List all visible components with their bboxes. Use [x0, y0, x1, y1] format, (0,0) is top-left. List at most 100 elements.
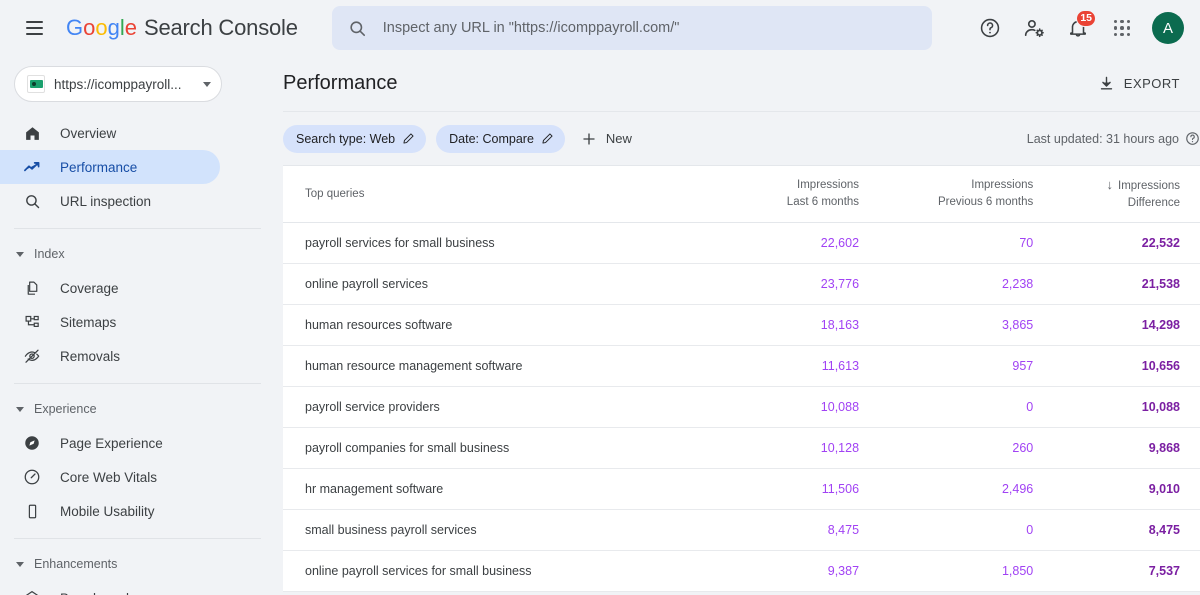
table-row[interactable]: payroll services for small business22,60…	[283, 222, 1200, 263]
column-label: Top queries	[305, 188, 364, 200]
column-header-impressions-difference[interactable]: ↓Impressions Difference	[1053, 166, 1200, 222]
cell-query[interactable]: human resources software	[283, 304, 705, 345]
cell-impressions-last: 22,602	[705, 222, 879, 263]
brand-logo[interactable]: Google Search Console	[66, 15, 298, 41]
help-circle-icon[interactable]	[1185, 131, 1200, 146]
search-input[interactable]	[383, 20, 916, 36]
cell-impressions-last: 23,776	[705, 263, 879, 304]
cell-impressions-previous: 957	[879, 345, 1053, 386]
sidebar-item-label: Breadcrumbs	[60, 591, 140, 595]
cell-query[interactable]: hr management software	[283, 468, 705, 509]
sidebar-item-performance[interactable]: Performance	[0, 150, 220, 184]
apps-grid-icon	[1114, 20, 1131, 37]
table-row[interactable]: online payroll services for small busine…	[283, 550, 1200, 591]
filter-chip-label: Search type: Web	[296, 132, 395, 146]
avatar[interactable]: A	[1152, 12, 1184, 44]
main-menu-button[interactable]	[14, 8, 54, 48]
cell-impressions-previous: 70	[879, 222, 1053, 263]
filter-chip-date[interactable]: Date: Compare	[436, 125, 565, 153]
sidebar-item-removals[interactable]: Removals	[0, 339, 220, 373]
sidebar-item-page-experience[interactable]: Page Experience	[0, 426, 220, 460]
cell-impressions-last: 18,163	[705, 304, 879, 345]
account-settings-button[interactable]	[1014, 8, 1054, 48]
cell-query[interactable]: human resource management software	[283, 345, 705, 386]
sidebar-item-overview[interactable]: Overview	[0, 116, 220, 150]
cell-query[interactable]: online payroll services for small busine…	[283, 550, 705, 591]
top-bar-actions: 15 A	[970, 8, 1184, 48]
sidebar-item-coverage[interactable]: Coverage	[0, 271, 220, 305]
chevron-down-icon	[16, 252, 24, 257]
hamburger-line	[26, 33, 43, 35]
sidebar: https://icomppayroll... Overview Perform…	[0, 56, 283, 595]
sidebar-item-mobile-usability[interactable]: Mobile Usability	[0, 494, 220, 528]
sidebar-item-core-web-vitals[interactable]: Core Web Vitals	[0, 460, 220, 494]
queries-table: Top queries Impressions Last 6 months Im…	[283, 166, 1200, 592]
notification-badge: 15	[1076, 10, 1096, 27]
url-inspect-searchbar[interactable]	[332, 6, 932, 50]
last-updated: Last updated: 31 hours ago	[1027, 131, 1200, 146]
filter-chip-search-type[interactable]: Search type: Web	[283, 125, 426, 153]
cell-impressions-previous: 3,865	[879, 304, 1053, 345]
help-button[interactable]	[970, 8, 1010, 48]
table-row[interactable]: small business payroll services8,47508,4…	[283, 509, 1200, 550]
column-label-line1: Impressions	[705, 177, 859, 194]
table-row[interactable]: online payroll services23,7762,23821,538	[283, 263, 1200, 304]
home-icon	[22, 125, 42, 142]
column-header-impressions-last[interactable]: Impressions Last 6 months	[705, 166, 879, 222]
mobile-phone-icon	[22, 503, 42, 520]
google-apps-button[interactable]	[1102, 8, 1142, 48]
sidebar-group-index[interactable]: Index	[0, 239, 283, 269]
table-row[interactable]: hr management software11,5062,4969,010	[283, 468, 1200, 509]
sidebar-item-breadcrumbs[interactable]: Breadcrumbs	[0, 581, 220, 595]
cell-impressions-difference: 7,537	[1053, 550, 1200, 591]
sidebar-item-label: Mobile Usability	[60, 504, 155, 519]
queries-table-container[interactable]: Top queries Impressions Last 6 months Im…	[283, 166, 1200, 595]
top-app-bar: Google Search Console	[0, 0, 1200, 56]
notifications-button[interactable]: 15	[1058, 8, 1098, 48]
column-header-impressions-previous[interactable]: Impressions Previous 6 months	[879, 166, 1053, 222]
sidebar-item-url-inspection[interactable]: URL inspection	[0, 184, 220, 218]
column-label-line2: Last 6 months	[705, 194, 859, 211]
table-row[interactable]: payroll service providers10,088010,088	[283, 386, 1200, 427]
column-label-text: Impressions	[1118, 180, 1180, 192]
cell-query[interactable]: online payroll services	[283, 263, 705, 304]
cell-impressions-difference: 8,475	[1053, 509, 1200, 550]
search-area	[332, 6, 932, 50]
help-circle-icon	[979, 17, 1001, 39]
download-icon	[1098, 75, 1115, 92]
sidebar-group-label: Index	[34, 247, 65, 261]
table-header-row: Top queries Impressions Last 6 months Im…	[283, 166, 1200, 222]
new-filter-button[interactable]: New	[581, 131, 632, 147]
export-button[interactable]: EXPORT	[1098, 75, 1180, 92]
sidebar-group-enhancements[interactable]: Enhancements	[0, 549, 283, 579]
sidebar-item-label: Sitemaps	[60, 315, 116, 330]
trending-up-icon	[22, 158, 42, 176]
sidebar-item-label: Page Experience	[60, 436, 163, 451]
property-selector[interactable]: https://icomppayroll...	[14, 66, 222, 102]
main-header: Performance EXPORT	[283, 56, 1200, 112]
chevron-down-icon	[16, 562, 24, 567]
cell-impressions-difference: 10,656	[1053, 345, 1200, 386]
table-row[interactable]: payroll companies for small business10,1…	[283, 427, 1200, 468]
sidebar-item-sitemaps[interactable]: Sitemaps	[0, 305, 220, 339]
chevron-down-icon	[203, 82, 211, 87]
cell-impressions-previous: 0	[879, 509, 1053, 550]
sidebar-item-label: URL inspection	[60, 194, 151, 209]
pages-copy-icon	[22, 280, 42, 297]
table-row[interactable]: human resource management software11,613…	[283, 345, 1200, 386]
cell-query[interactable]: payroll services for small business	[283, 222, 705, 263]
cell-impressions-last: 8,475	[705, 509, 879, 550]
cell-query[interactable]: payroll companies for small business	[283, 427, 705, 468]
cell-impressions-difference: 14,298	[1053, 304, 1200, 345]
cell-query[interactable]: small business payroll services	[283, 509, 705, 550]
table-head: Top queries Impressions Last 6 months Im…	[283, 166, 1200, 222]
sidebar-group-experience[interactable]: Experience	[0, 394, 283, 424]
sidebar-item-label: Performance	[60, 160, 137, 175]
cell-query[interactable]: payroll service providers	[283, 386, 705, 427]
column-header-top-queries[interactable]: Top queries	[283, 166, 705, 222]
filter-bar: Search type: Web Date: Compare	[283, 112, 1200, 166]
cell-impressions-difference: 21,538	[1053, 263, 1200, 304]
table-row[interactable]: human resources software18,1633,86514,29…	[283, 304, 1200, 345]
search-icon	[22, 193, 42, 210]
cell-impressions-difference: 9,010	[1053, 468, 1200, 509]
